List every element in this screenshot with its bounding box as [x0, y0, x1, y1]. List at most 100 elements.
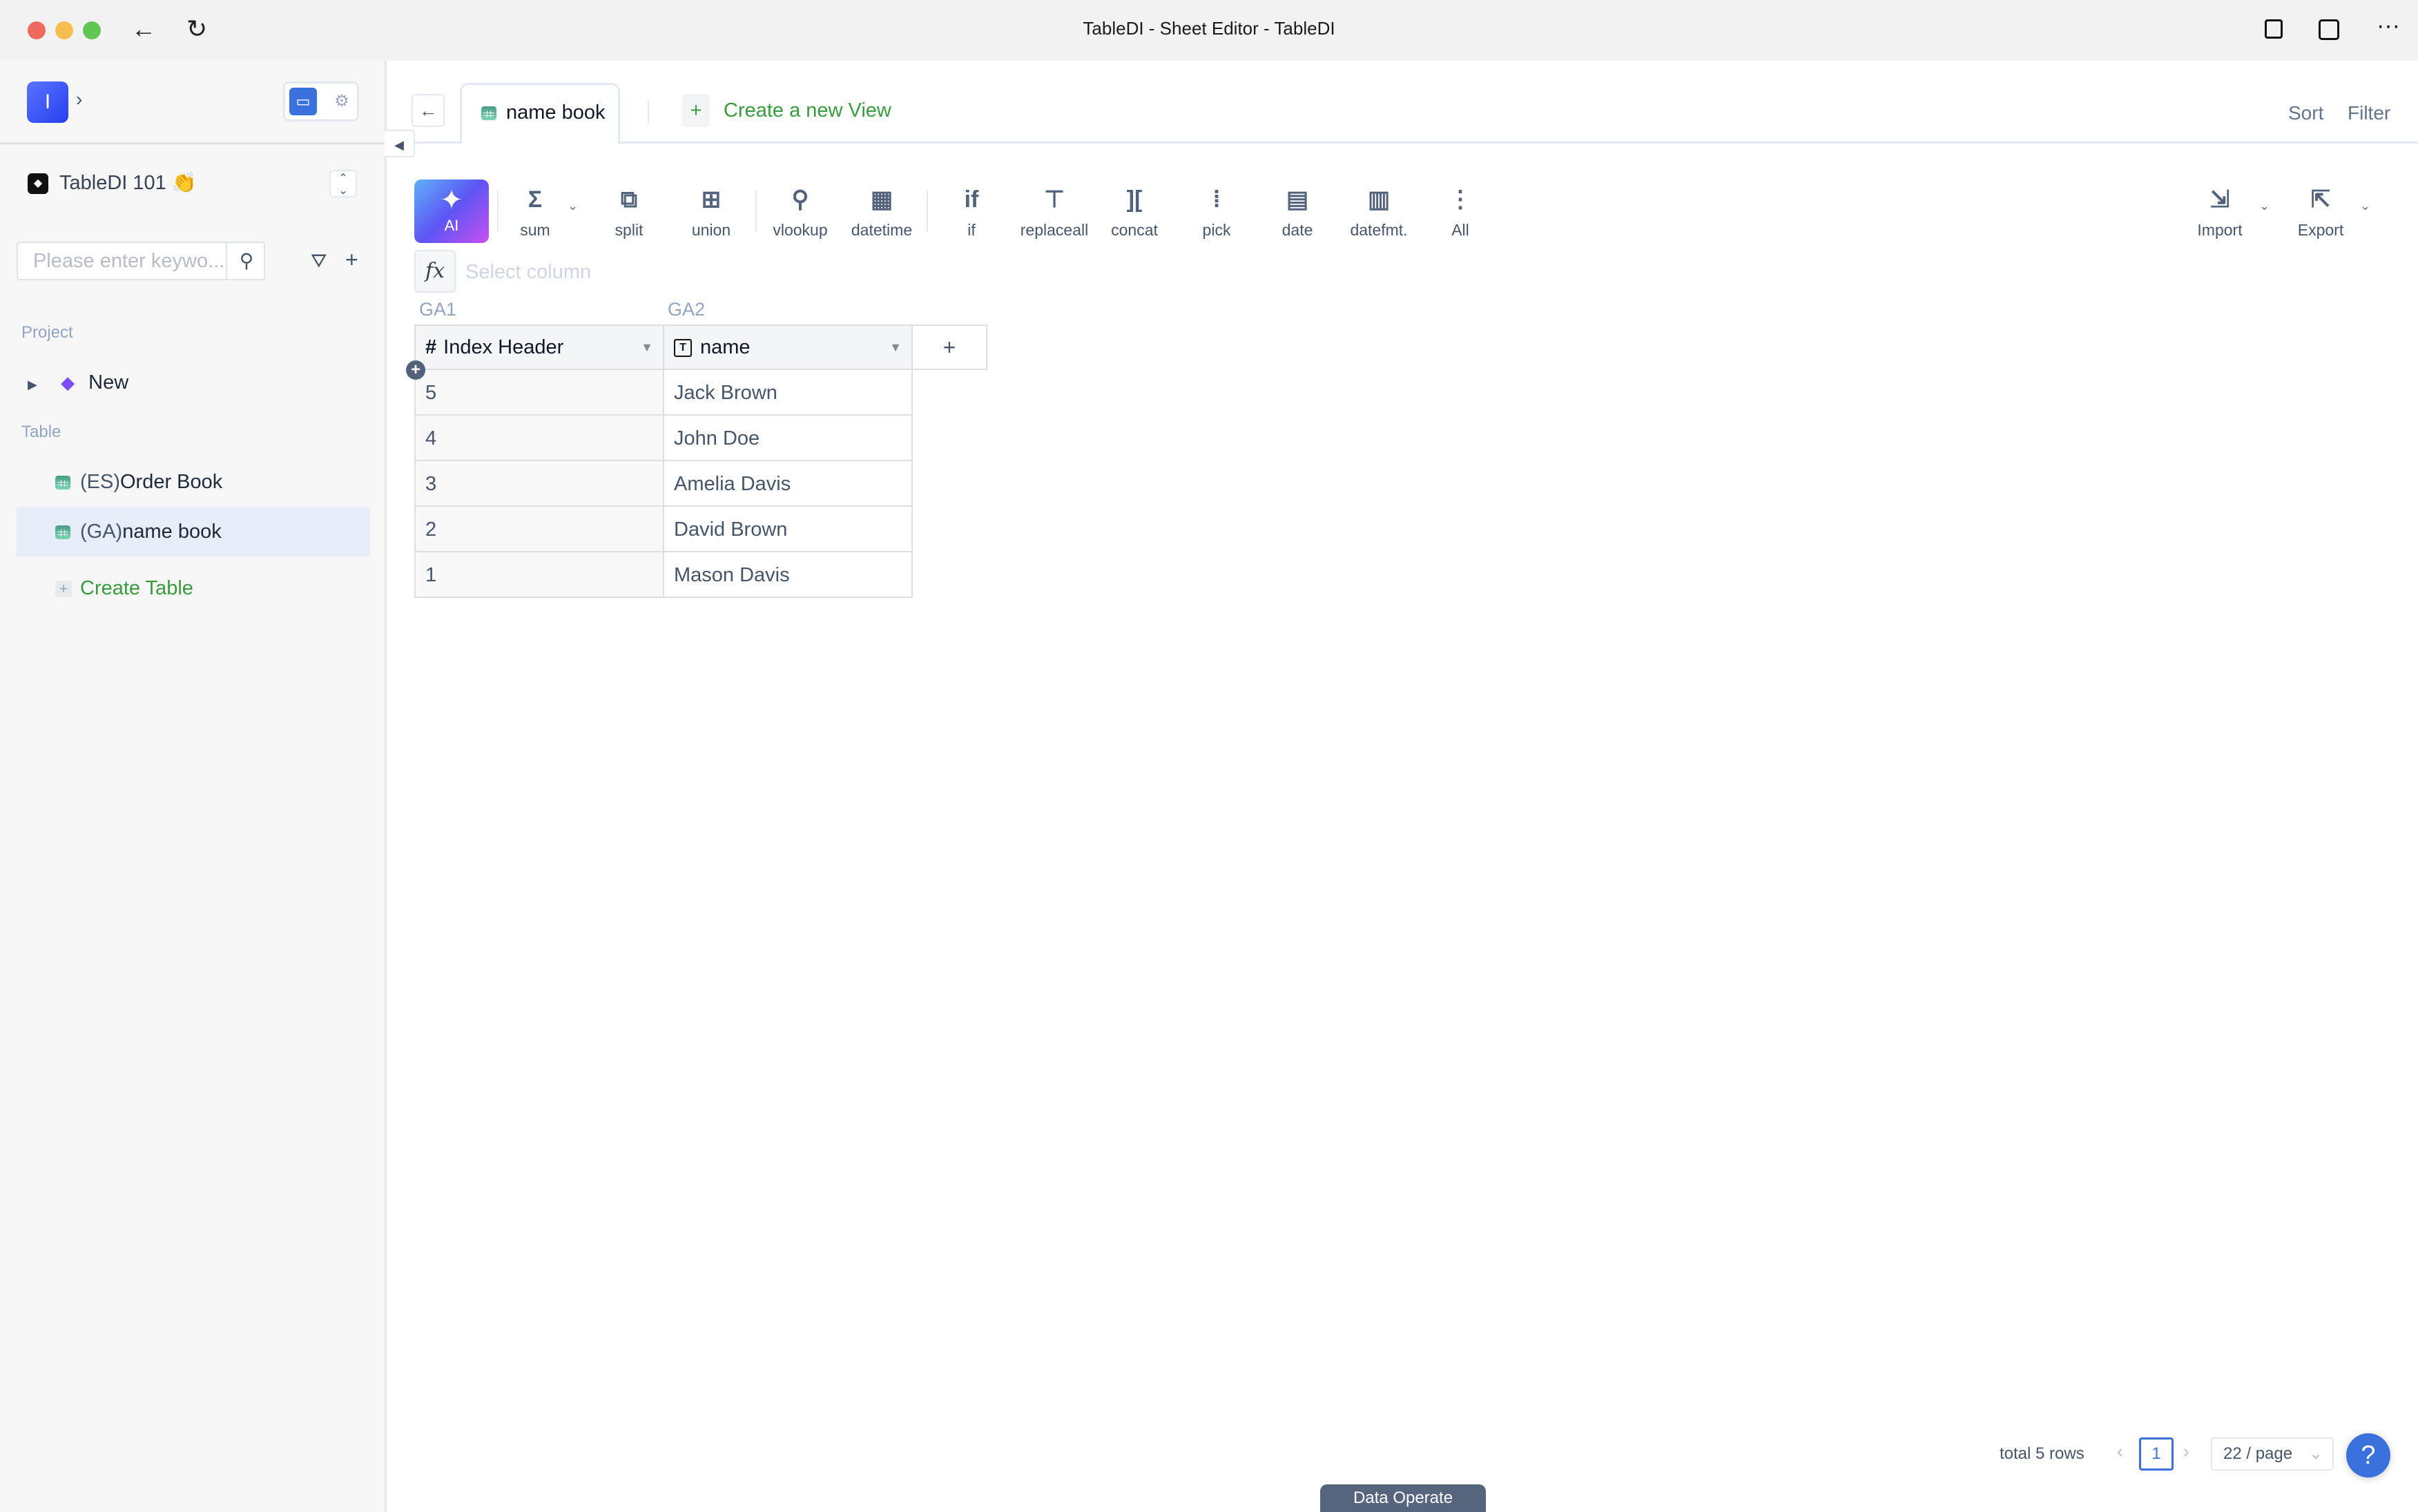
tool-if[interactable]: if if	[934, 185, 1009, 240]
tab-label: name book	[506, 101, 606, 124]
calendar-icon: ▤	[1286, 186, 1309, 213]
table-name: Order Book	[120, 471, 223, 493]
sidebar-item-order-book[interactable]: (ES)Order Book	[17, 457, 370, 507]
back-button[interactable]: ←	[412, 94, 445, 127]
add-column-button[interactable]: +	[911, 324, 987, 370]
sigma-icon: Σ	[528, 186, 543, 213]
more-vertical-icon: ⋮	[1449, 186, 1472, 213]
tool-all[interactable]: ⋮ All	[1422, 185, 1498, 240]
name-cell[interactable]: Jack Brown	[663, 369, 913, 416]
tool-vlookup[interactable]: ⚲ vlookup	[762, 185, 838, 240]
tool-replaceall[interactable]: ⊤ replaceall	[1016, 185, 1092, 240]
tool-label: sum	[520, 221, 550, 239]
tab-separator	[648, 101, 649, 123]
import-button[interactable]: ⇲ Import	[2182, 185, 2258, 240]
chevron-right-icon[interactable]: ›	[76, 88, 82, 110]
table-icon	[55, 476, 70, 490]
table-prefix: (GA)	[80, 521, 123, 543]
expand-caret-icon[interactable]: ▶	[17, 360, 55, 409]
import-dropdown-icon[interactable]: ⌄	[2259, 199, 2270, 213]
project-label: New	[88, 371, 129, 394]
page-number-button[interactable]: 1	[2139, 1437, 2174, 1471]
union-icon: ⊞	[701, 186, 722, 213]
export-button[interactable]: ⇱ Export	[2283, 185, 2359, 240]
tool-sum[interactable]: Σsum	[497, 185, 573, 240]
gear-icon[interactable]: ⚙	[328, 88, 356, 115]
search-input[interactable]	[18, 243, 225, 279]
index-cell[interactable]: 2	[414, 505, 664, 552]
tab-name-book[interactable]: name book	[460, 83, 620, 144]
create-view-button[interactable]: + Create a new View	[682, 94, 891, 127]
column-header-name[interactable]: Tname ▼	[663, 324, 913, 370]
sidebar-item-name-book[interactable]: (GA)name book	[17, 507, 370, 556]
tool-label: if	[967, 221, 976, 239]
ai-label: AI	[444, 217, 459, 234]
window-title: TableDI - Sheet Editor - TableDI	[1083, 18, 1335, 39]
tool-pick[interactable]: ⁞ pick	[1179, 185, 1255, 240]
sidebar-search: ⚲	[17, 242, 265, 280]
prev-page-icon[interactable]: ‹	[2117, 1441, 2123, 1462]
filter-button[interactable]: Filter	[2348, 102, 2390, 124]
tool-label: datetime	[851, 221, 913, 239]
formula-column-input[interactable]	[464, 257, 881, 287]
tool-datefmt[interactable]: ▥ datefmt.	[1341, 185, 1417, 240]
calendar-format-icon: ▥	[1367, 186, 1391, 213]
table-icon	[481, 106, 496, 121]
project-item-new[interactable]: ▶ ◆ New	[17, 358, 370, 407]
column-header-index[interactable]: # Index Header ▼	[414, 324, 664, 370]
avatar[interactable]: I	[27, 81, 68, 123]
index-cell[interactable]: 5	[414, 369, 664, 416]
tool-union[interactable]: ⊞ union	[673, 185, 749, 240]
total-rows: total 5 rows	[2000, 1444, 2085, 1463]
index-cell[interactable]: 3	[414, 460, 664, 507]
search-icon[interactable]: ⚲	[226, 243, 266, 279]
create-table-label: Create Table	[80, 577, 193, 599]
name-cell[interactable]: Amelia Davis	[663, 460, 913, 507]
filter-icon[interactable]: ⛛	[311, 250, 327, 273]
sort-button[interactable]: Sort	[2288, 102, 2323, 124]
number-type-icon: #	[425, 336, 437, 358]
tool-label: concat	[1111, 221, 1158, 239]
next-page-icon[interactable]: ›	[2183, 1441, 2189, 1462]
tool-concat[interactable]: ][ concat	[1096, 185, 1172, 240]
name-cell[interactable]: John Doe	[663, 414, 913, 461]
monitor-icon[interactable]: ▭	[289, 88, 317, 115]
help-button[interactable]: ?	[2346, 1433, 2390, 1477]
fx-icon[interactable]: fx	[414, 250, 456, 293]
name-cell[interactable]: Mason Davis	[663, 551, 913, 598]
column-menu-icon[interactable]: ▼	[889, 326, 902, 369]
clipboard-icon[interactable]	[2265, 19, 2283, 39]
export-label: Export	[2297, 221, 2344, 239]
tool-label: replaceall	[1020, 221, 1089, 239]
sum-dropdown-icon[interactable]: ⌄	[568, 199, 578, 213]
column-menu-icon[interactable]: ▼	[641, 326, 653, 369]
column-group-label: GA2	[668, 299, 706, 320]
tool-split[interactable]: ⧉ split	[591, 185, 667, 240]
column-header-label: name	[700, 336, 751, 358]
workspace-logo-icon: ◆	[28, 173, 48, 194]
export-icon: ⇱	[2310, 186, 2331, 213]
window-titlebar: ← ↻ TableDI - Sheet Editor - TableDI ···	[0, 0, 2418, 61]
add-row-icon[interactable]: +	[406, 360, 425, 380]
index-cell[interactable]: 4	[414, 414, 664, 461]
index-cell[interactable]: 1	[414, 551, 664, 598]
data-operate-tab[interactable]: Data Operate	[1320, 1484, 1486, 1512]
ai-button[interactable]: ✦ AI	[414, 180, 489, 243]
create-table-button[interactable]: + Create Table	[17, 563, 370, 613]
workspace-name[interactable]: TableDI 101 👏	[59, 171, 197, 195]
sidebar-divider	[0, 142, 385, 144]
name-cell[interactable]: David Brown	[663, 505, 913, 552]
workspace-switch-button[interactable]: ⌃ ⌄	[329, 170, 357, 197]
tool-label: date	[1281, 221, 1313, 239]
more-icon[interactable]: ···	[2377, 12, 2400, 39]
tool-date[interactable]: ▤ date	[1259, 185, 1335, 240]
add-icon[interactable]: +	[345, 247, 358, 273]
chevron-down-icon: ⌄	[2308, 1444, 2323, 1463]
collapse-sidebar-button[interactable]: ◀	[385, 130, 415, 157]
concat-icon: ][	[1126, 186, 1143, 213]
search-icon: ⚲	[791, 186, 809, 213]
screen-search-icon[interactable]	[2319, 19, 2339, 40]
page-size-select[interactable]: 22 / page ⌄	[2211, 1437, 2334, 1471]
tool-datetime[interactable]: ▦ datetime	[844, 185, 920, 240]
export-dropdown-icon[interactable]: ⌄	[2360, 199, 2370, 213]
